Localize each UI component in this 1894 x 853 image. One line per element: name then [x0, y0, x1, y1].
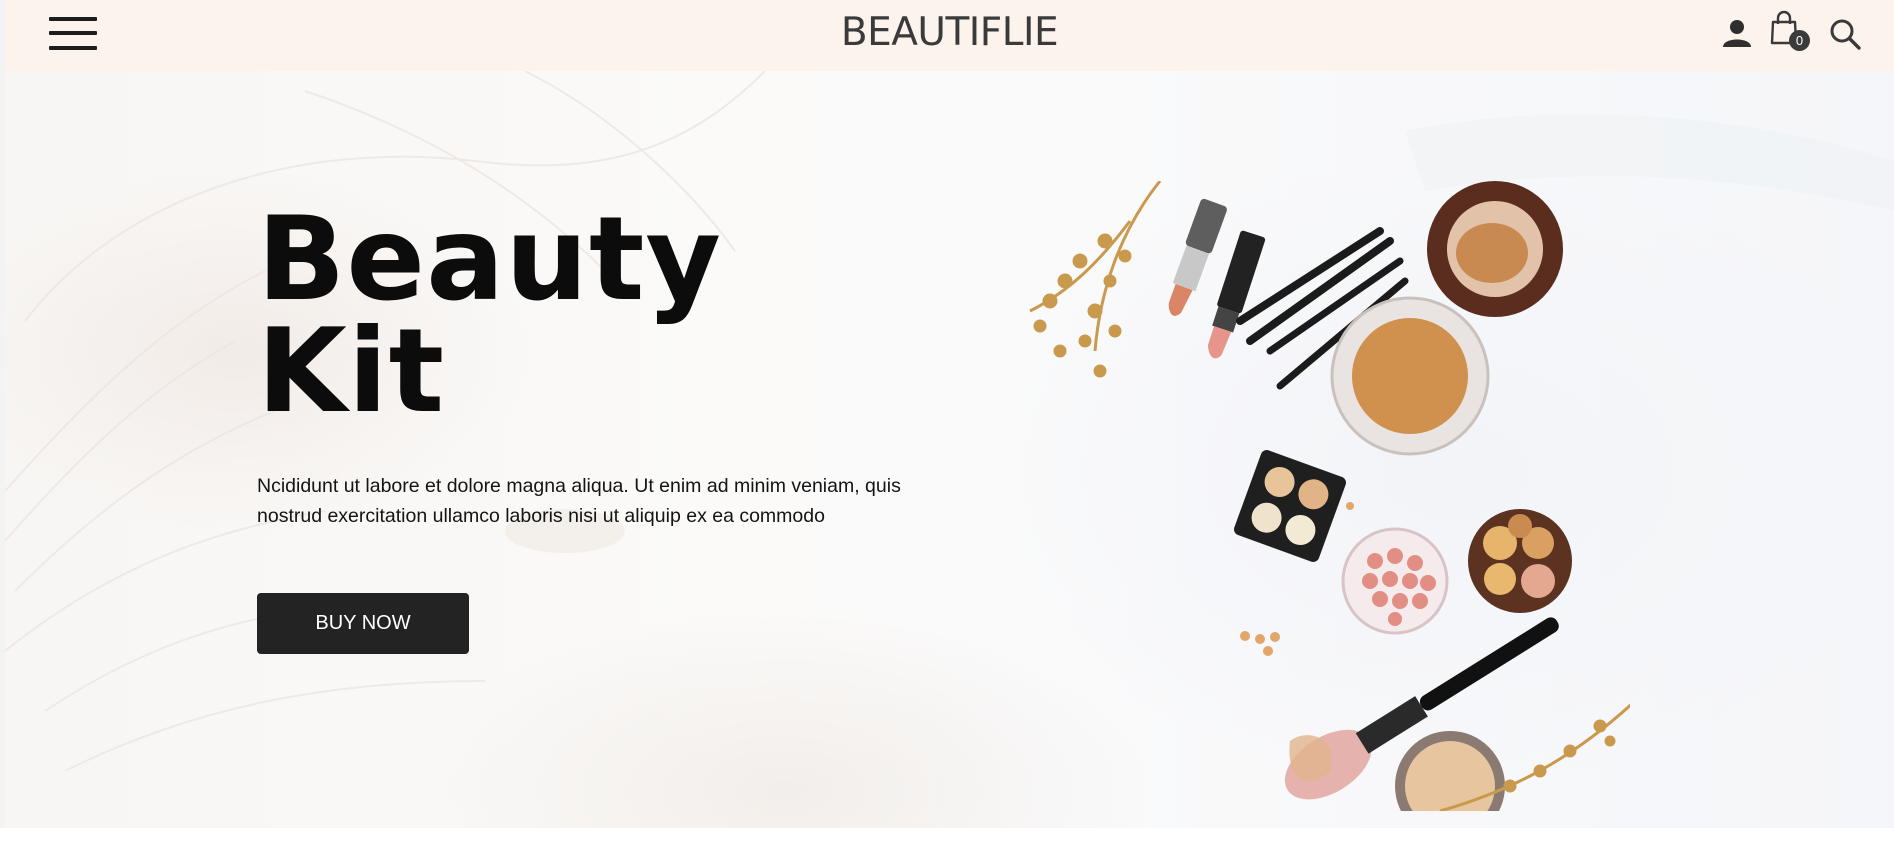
section-divider	[0, 828, 1894, 853]
hero-title: Beauty Kit	[257, 192, 723, 439]
makeup-products-image	[1029, 181, 1630, 811]
hero-banner: Beauty Kit Ncididunt ut labore et dolore…	[5, 71, 1894, 828]
hero-title-line: Kit	[257, 304, 446, 439]
search-icon[interactable]	[1828, 17, 1862, 51]
hero-title-line: Beauty	[257, 192, 723, 327]
shopping-bag-icon[interactable]: 0	[1768, 10, 1810, 54]
cart-count-badge: 0	[1789, 30, 1810, 51]
brand-logo[interactable]: BEAUTIFLIE	[5, 8, 1894, 58]
user-icon[interactable]	[1721, 17, 1753, 49]
site-header: BEAUTIFLIE 0	[5, 0, 1894, 71]
buy-now-button[interactable]: BUY NOW	[257, 593, 469, 654]
hero-description: Ncididunt ut labore et dolore magna aliq…	[257, 475, 901, 527]
